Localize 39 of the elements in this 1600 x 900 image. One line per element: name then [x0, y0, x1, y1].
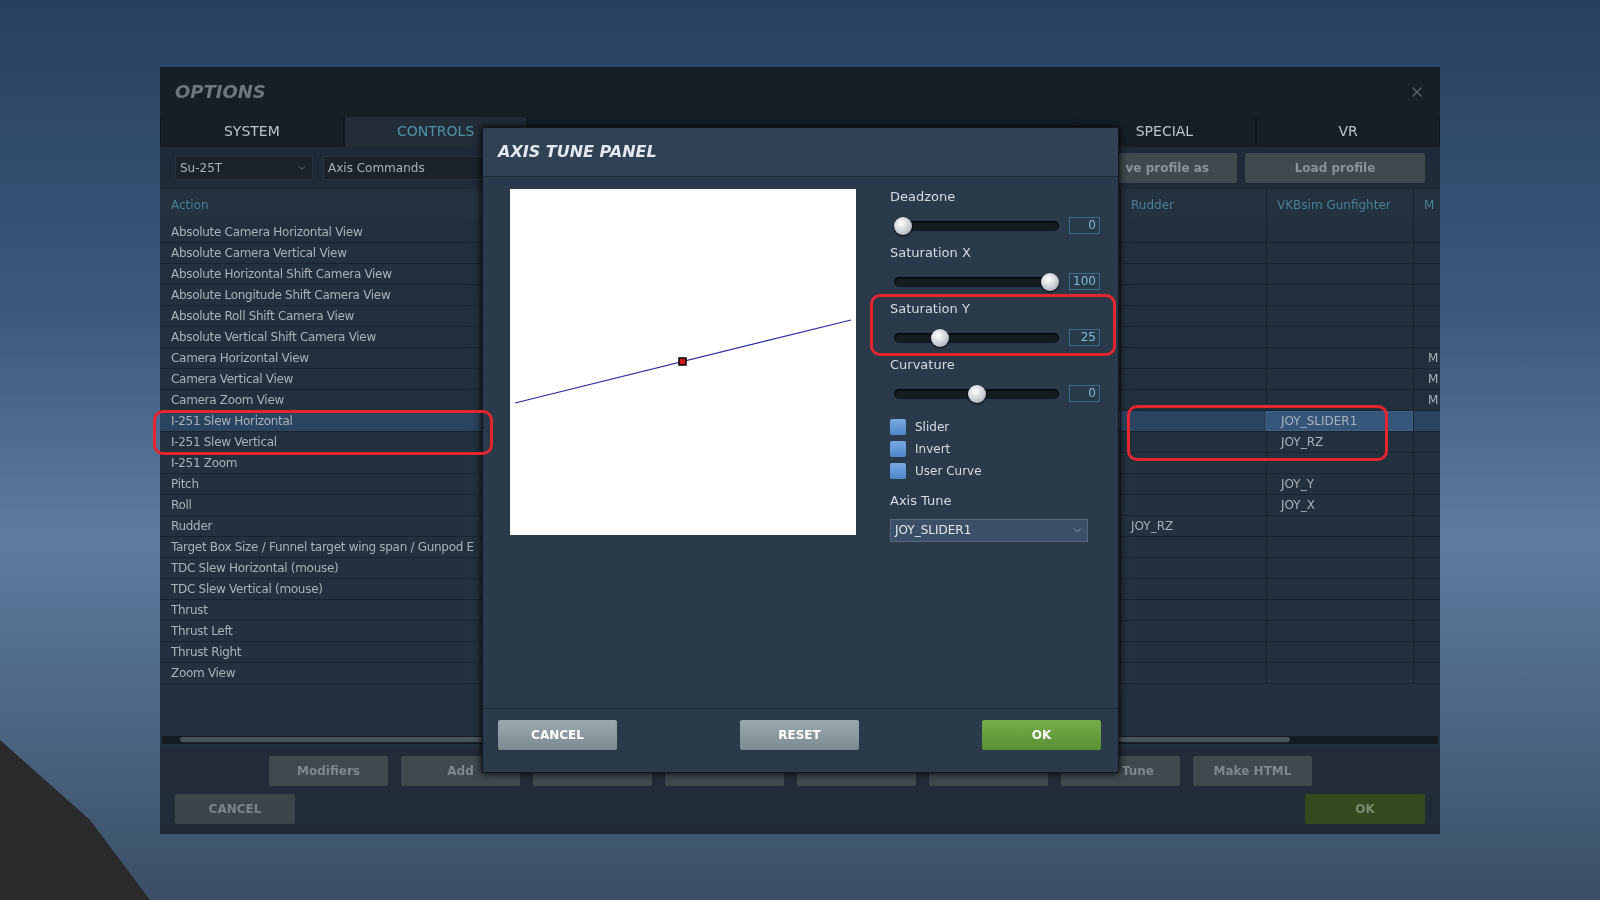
table-cell-text: Absolute Horizontal Shift Camera View — [171, 265, 392, 283]
table-cell-text: TDC Slew Vertical (mouse) — [171, 580, 323, 598]
table-cell-text: I-251 Slew Vertical — [171, 433, 277, 451]
table-cell-text: Absolute Vertical Shift Camera View — [171, 328, 376, 346]
table-cell-text: M — [1428, 391, 1439, 409]
checkbox-label: User Curve — [915, 463, 982, 480]
table-cell-text: Camera Horizontal View — [171, 349, 309, 367]
slider-label: Saturation Y — [890, 301, 971, 317]
table-cell-text: JOY_RZ — [1281, 433, 1324, 451]
table-cell-text: Pitch — [171, 475, 199, 493]
table-cell-text: M — [1428, 370, 1439, 388]
table-cell-text: Thrust Left — [171, 622, 233, 640]
slider-label: Deadzone — [890, 189, 957, 205]
table-cell-text: JOY_Y — [1281, 475, 1314, 493]
table-cell-text: Camera Zoom View — [171, 391, 284, 409]
table-cell-text: Thrust Right — [171, 643, 242, 661]
window-title: OPTIONS — [175, 80, 266, 104]
table-cell-text: I-251 Slew Horizontal — [171, 412, 293, 430]
table-cell-text: JOY_SLIDER1 — [1281, 412, 1358, 430]
table-cell-text: Camera Vertical View — [171, 370, 294, 388]
table-cell-text: Target Box Size / Funnel target wing span / Gunpod E — [171, 538, 474, 556]
slider-label: Curvature — [890, 357, 956, 373]
table-cell-text: Rudder — [171, 517, 213, 535]
checkbox-label: Invert — [915, 441, 951, 458]
table-cell-text: Roll — [171, 496, 192, 514]
slider-label: Saturation X — [890, 245, 972, 261]
axis-tune-label: Axis Tune — [890, 492, 953, 510]
table-cell-text: Absolute Longitude Shift Camera View — [171, 286, 391, 304]
table-cell-text: JOY_RZ — [1131, 517, 1174, 535]
table-cell-text: M — [1428, 349, 1439, 367]
table-cell-text: Thrust — [171, 601, 208, 619]
table-cell-text: Zoom View — [171, 664, 236, 682]
table-cell-text: TDC Slew Horizontal (mouse) — [171, 559, 339, 577]
table-cell-text: Absolute Camera Vertical View — [171, 244, 347, 262]
table-cell-text: JOY_X — [1281, 496, 1315, 514]
table-cell-text: Absolute Camera Horizontal View — [171, 223, 363, 241]
checkbox-label: Slider — [915, 419, 950, 436]
table-cell-text: I-251 Zoom — [171, 454, 238, 472]
table-cell-text: Absolute Roll Shift Camera View — [171, 307, 355, 325]
